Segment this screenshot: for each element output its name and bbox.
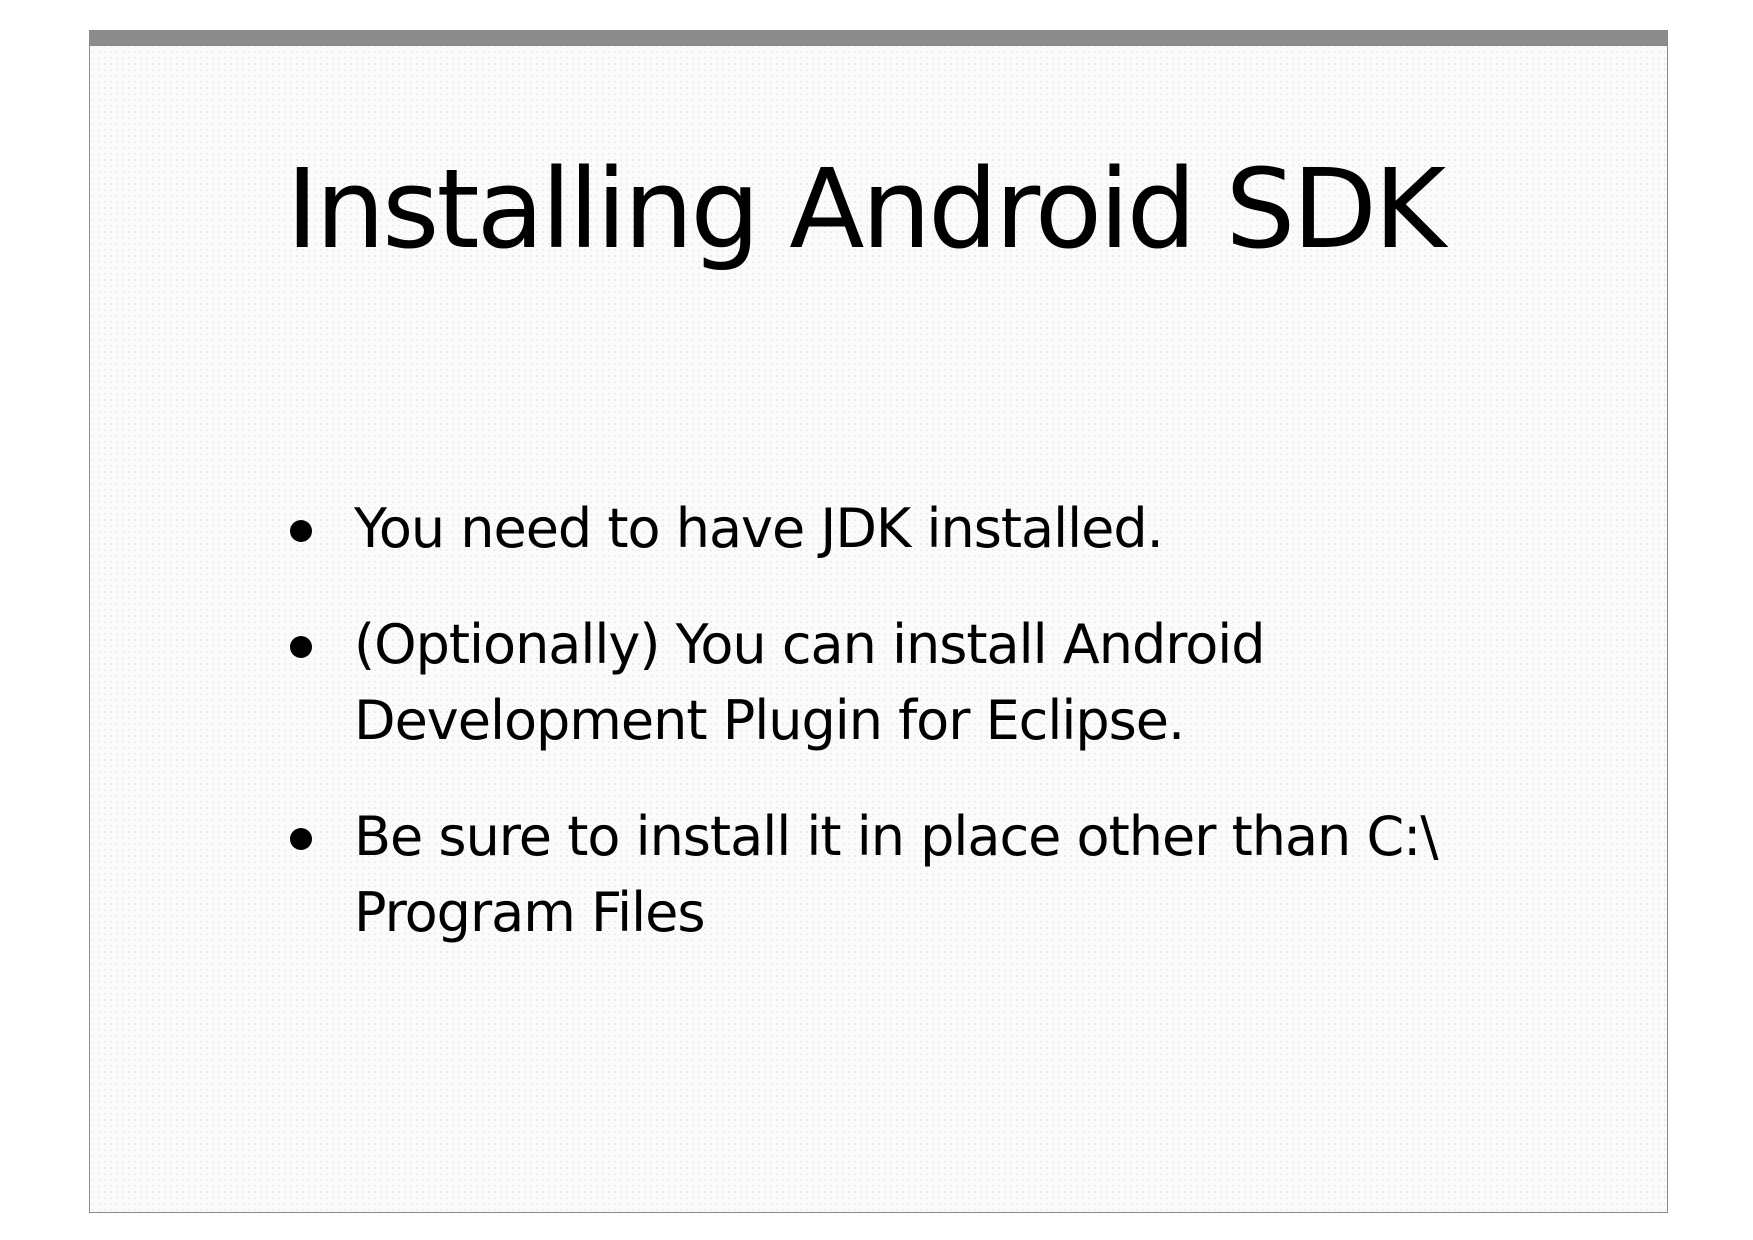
- bullet-dot-icon: [290, 828, 312, 850]
- bullet-item: Be sure to install it in place other tha…: [286, 799, 1576, 951]
- bullet-item: You need to have JDK installed.: [286, 491, 1576, 567]
- bullet-text: Be sure to install it in place other tha…: [354, 805, 1439, 944]
- slide-top-bar: [90, 31, 1667, 46]
- bullet-dot-icon: [290, 520, 312, 542]
- bullet-dot-icon: [290, 636, 312, 658]
- bullet-text: (Optionally) You can install Android Dev…: [354, 613, 1266, 752]
- slide-title: Installing Android SDK: [286, 145, 1446, 273]
- bullet-text: You need to have JDK installed.: [354, 497, 1164, 560]
- slide: Installing Android SDK You need to have …: [89, 30, 1668, 1213]
- bullet-list: You need to have JDK installed. (Optiona…: [286, 491, 1576, 991]
- bullet-item: (Optionally) You can install Android Dev…: [286, 607, 1576, 759]
